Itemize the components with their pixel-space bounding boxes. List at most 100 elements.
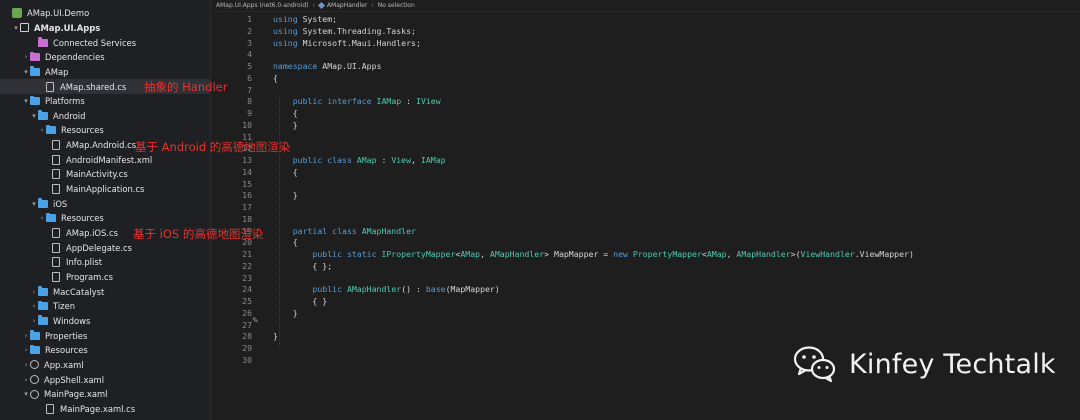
code-line[interactable]: { [273, 73, 278, 85]
explorer-item[interactable]: › Windows [0, 314, 210, 329]
code-line[interactable]: { }; [273, 261, 332, 273]
explorer-item[interactable]: ▾ MainPage.xaml [0, 387, 210, 402]
chevron-down-icon[interactable]: ▾ [22, 97, 30, 105]
code-line[interactable]: public static IPropertyMapper<AMap, AMap… [273, 249, 913, 261]
code-token: public class [292, 155, 357, 165]
explorer-item[interactable]: › MacCatalyst [0, 284, 210, 299]
code-line[interactable]: { [273, 167, 298, 179]
explorer-item[interactable]: AppDelegate.cs [0, 240, 210, 255]
explorer-item[interactable]: ▾ AMap [0, 65, 210, 80]
explorer-item[interactable]: Program.cs [0, 270, 210, 285]
code-token: IAMap [420, 155, 446, 165]
explorer-item[interactable]: AMap.UI.Demo [0, 6, 210, 21]
code-token: AMap [356, 155, 377, 165]
explorer-item[interactable]: › Resources [0, 211, 210, 226]
code-line[interactable]: public class AMap : View, IAMap [273, 155, 446, 167]
chevron-down-icon[interactable]: ▾ [12, 24, 20, 32]
explorer-item[interactable]: › AppShell.xaml [0, 372, 210, 387]
line-number: 14 [242, 166, 252, 177]
code-token: >( [790, 249, 801, 259]
chevron-right-icon[interactable]: › [22, 361, 30, 369]
code-token: partial class [292, 225, 362, 236]
code-line[interactable]: using System.Threading.Tasks; [273, 26, 416, 38]
code-line[interactable]: } [273, 120, 298, 132]
file-icon [52, 184, 60, 195]
explorer-item[interactable]: ▾ Platforms [0, 94, 210, 109]
explorer-item[interactable]: › Dependencies [0, 50, 210, 65]
code-token: base [425, 284, 446, 295]
chevron-right-icon[interactable]: › [38, 214, 46, 222]
chevron-down-icon[interactable]: ▾ [22, 68, 30, 76]
chevron-right-icon[interactable]: › [30, 317, 38, 325]
code-line[interactable]: partial class AMapHandler [273, 226, 416, 238]
chevron-down-icon[interactable]: ▾ [30, 112, 38, 120]
folder-icon [30, 95, 40, 106]
explorer-item-label: iOS [53, 198, 68, 209]
code-line[interactable]: public interface IAMap : IView [273, 96, 441, 108]
explorer-item[interactable]: Connected Services [0, 35, 210, 50]
line-number: 10 [242, 119, 252, 130]
explorer-item[interactable]: MainActivity.cs [0, 167, 210, 182]
code-line[interactable]: } [273, 308, 298, 320]
explorer-item[interactable]: › Tizen [0, 299, 210, 314]
code-token: IAMap [376, 96, 402, 107]
code-line[interactable]: using System; [273, 14, 337, 26]
chevron-right-icon[interactable]: › [22, 346, 30, 354]
explorer-item[interactable]: MainPage.xaml.cs [0, 402, 210, 417]
breadcrumb-separator-icon: › [312, 2, 315, 9]
explorer-item[interactable]: ▾ Android [0, 109, 210, 124]
folder-pink-icon [30, 51, 40, 62]
code-line[interactable]: } [273, 331, 278, 343]
code-token: , [726, 249, 737, 259]
folder-icon [38, 286, 48, 296]
explorer-item-label: Properties [45, 330, 88, 341]
watermark-text: Kinfey Techtalk [849, 348, 1056, 380]
breadcrumb-member[interactable]: No selection [378, 2, 415, 9]
code-line[interactable]: { } [273, 296, 327, 308]
file-icon [52, 154, 60, 165]
explorer-item[interactable]: MainApplication.cs [0, 182, 210, 197]
explorer-item-label: Connected Services [53, 37, 137, 48]
code-line[interactable]: { [273, 237, 298, 249]
code-token: using [273, 14, 303, 24]
chevron-right-icon[interactable]: › [22, 376, 30, 384]
explorer-item[interactable]: › Properties [0, 328, 210, 343]
annotation-abstract-handler: 抽象的 Handler [144, 80, 228, 94]
breadcrumb-type[interactable]: AMapHandler [317, 1, 367, 10]
explorer-item[interactable]: ▾ iOS [0, 196, 210, 211]
explorer-item-label: Info.plist [66, 257, 102, 268]
explorer-item-label: MainPage.xaml [44, 389, 108, 400]
explorer-item-label: Android [53, 110, 86, 121]
explorer-item-label: Resources [61, 125, 104, 136]
code-line[interactable]: public AMapHandler() : base(MapMapper) [273, 284, 499, 296]
explorer-item-label: MacCatalyst [53, 286, 105, 297]
code-line[interactable]: using Microsoft.Maui.Handlers; [273, 38, 421, 50]
explorer-item[interactable]: › Resources [0, 123, 210, 138]
line-number: 27 [242, 319, 252, 330]
breadcrumb-separator-icon: › [371, 2, 374, 9]
code-token: , [411, 155, 421, 165]
project-icon [20, 23, 29, 33]
code-line[interactable]: namespace AMap.UI.Apps [273, 61, 381, 73]
chevron-down-icon[interactable]: ▾ [30, 200, 38, 208]
code-token: using [273, 25, 303, 36]
code-token: : [376, 155, 392, 165]
breadcrumb-project[interactable]: AMap.UI.Apps (net6.0-android) [216, 2, 309, 9]
explorer-item[interactable]: › App.xaml [0, 358, 210, 373]
code-token: } [273, 190, 298, 201]
chevron-right-icon[interactable]: › [30, 288, 38, 296]
code-line[interactable]: } [273, 190, 298, 202]
explorer-item[interactable]: ▾ AMap.UI.Apps [0, 21, 210, 36]
explorer-item[interactable]: › Resources [0, 343, 210, 358]
chevron-right-icon[interactable]: › [22, 53, 30, 61]
chevron-right-icon[interactable]: › [30, 302, 38, 310]
chevron-down-icon[interactable]: ▾ [22, 390, 30, 398]
code-token: AMapHandler [489, 249, 545, 259]
chevron-right-icon[interactable]: › [22, 332, 30, 340]
explorer-item[interactable]: Info.plist [0, 255, 210, 270]
explorer-item-label: Tizen [53, 301, 76, 312]
code-token: IPropertyMapper [381, 249, 456, 259]
chevron-right-icon[interactable]: › [38, 126, 46, 134]
code-line[interactable]: { [273, 108, 298, 120]
